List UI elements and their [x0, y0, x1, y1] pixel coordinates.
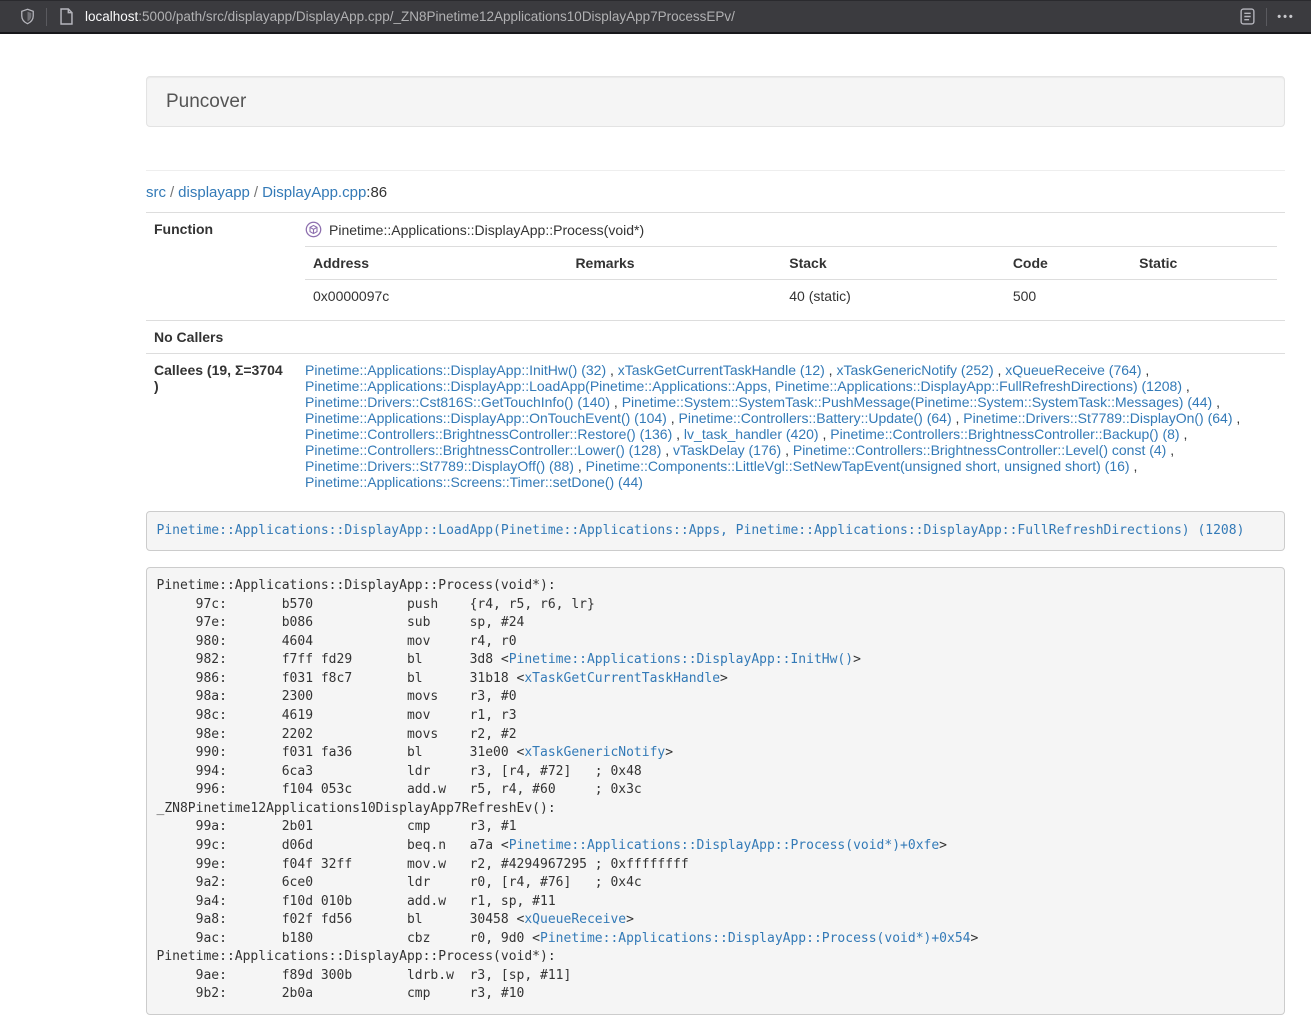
col-remarks: Remarks	[567, 247, 781, 280]
function-table: Function Pinetime::Applications::Display…	[146, 212, 1285, 498]
disassembly-symbol-link[interactable]: xQueueReceive	[524, 912, 626, 927]
callee-link[interactable]: lv_task_handler (420)	[684, 426, 819, 442]
function-symbol: Pinetime::Applications::DisplayApp::Proc…	[305, 221, 1277, 238]
callee-link[interactable]: Pinetime::Controllers::BrightnessControl…	[305, 442, 661, 458]
disassembly-block: Pinetime::Applications::DisplayApp::Proc…	[146, 567, 1285, 1015]
callee-link[interactable]: Pinetime::Components::LittleVgl::SetNewT…	[586, 458, 1130, 474]
col-static: Static	[1131, 247, 1277, 280]
disassembly-symbol-link[interactable]: Pinetime::Applications::DisplayApp::Proc…	[540, 931, 970, 946]
disassembly-symbol-link[interactable]: xTaskGenericNotify	[524, 745, 665, 760]
function-row: Function Pinetime::Applications::Display…	[146, 213, 1285, 321]
callee-link[interactable]: Pinetime::Controllers::Battery::Update()…	[679, 410, 952, 426]
breadcrumb-link-displayapp[interactable]: displayapp	[178, 184, 250, 201]
details-header-row: Address Remarks Stack Code Static	[305, 247, 1277, 280]
cell-address: 0x0000097c	[305, 280, 567, 313]
overflow-menu-icon[interactable]: •••	[1273, 4, 1299, 30]
callees-row: Callees (19, Σ=3704 ) Pinetime::Applicat…	[146, 354, 1285, 499]
callee-link[interactable]: Pinetime::Drivers::St7789::DisplayOff() …	[305, 458, 574, 474]
reader-mode-icon[interactable]	[1234, 4, 1260, 30]
function-label: Function	[146, 213, 297, 321]
breadcrumb: src/displayapp/DisplayApp.cpp:86	[146, 183, 1285, 203]
url-host: localhost	[85, 9, 138, 24]
callee-link[interactable]: Pinetime::Controllers::BrightnessControl…	[793, 442, 1166, 458]
highlighted-symbol-link[interactable]: Pinetime::Applications::DisplayApp::Load…	[157, 523, 1245, 538]
app-title: Puncover	[166, 91, 246, 112]
callees-label: Callees (19, Σ=3704 )	[146, 354, 297, 499]
no-callers-cell	[297, 321, 1285, 354]
cell-stack: 40 (static)	[781, 280, 1005, 313]
toolbar-separator	[46, 8, 47, 26]
callee-link[interactable]: Pinetime::System::SystemTask::PushMessag…	[622, 394, 1213, 410]
function-details-table: Address Remarks Stack Code Static 0x0000…	[305, 246, 1277, 312]
breadcrumb-separator: /	[166, 184, 178, 201]
callees-list: Pinetime::Applications::DisplayApp::Init…	[297, 354, 1285, 499]
callee-link[interactable]: Pinetime::Applications::DisplayApp::Init…	[305, 362, 606, 378]
callee-link[interactable]: vTaskDelay (176)	[673, 442, 781, 458]
breadcrumb-link-file[interactable]: DisplayApp.cpp	[262, 184, 366, 201]
no-callers-label: No Callers	[146, 321, 297, 354]
callee-link[interactable]: Pinetime::Drivers::St7789::DisplayOn() (…	[963, 410, 1232, 426]
callee-link[interactable]: Pinetime::Drivers::Cst816S::GetTouchInfo…	[305, 394, 610, 410]
callee-link[interactable]: Pinetime::Applications::DisplayApp::Load…	[305, 378, 1182, 394]
callee-link[interactable]: Pinetime::Controllers::BrightnessControl…	[305, 426, 672, 442]
cell-static	[1131, 280, 1277, 313]
shield-icon[interactable]	[14, 4, 40, 30]
disassembly-symbol-link[interactable]: Pinetime::Applications::DisplayApp::Proc…	[509, 838, 939, 853]
url-path: :5000/path/src/displayapp/DisplayApp.cpp…	[138, 9, 735, 24]
details-value-row: 0x0000097c 40 (static) 500	[305, 280, 1277, 313]
highlighted-symbol-block: Pinetime::Applications::DisplayApp::Load…	[146, 511, 1285, 551]
function-name: Pinetime::Applications::DisplayApp::Proc…	[329, 222, 644, 238]
cell-code: 500	[1005, 280, 1131, 313]
callee-link[interactable]: xTaskGenericNotify (252)	[836, 362, 993, 378]
callee-link[interactable]: xTaskGetCurrentTaskHandle (12)	[618, 362, 825, 378]
page-icon[interactable]	[53, 4, 79, 30]
package-icon	[305, 221, 322, 238]
callee-link[interactable]: xQueueReceive (764)	[1005, 362, 1141, 378]
breadcrumb-separator: /	[250, 184, 262, 201]
callee-link[interactable]: Pinetime::Controllers::BrightnessControl…	[830, 426, 1179, 442]
callee-link[interactable]: Pinetime::Applications::DisplayApp::OnTo…	[305, 410, 667, 426]
divider	[146, 170, 1285, 171]
page-content: Puncover src/displayapp/DisplayApp.cpp:8…	[0, 34, 1311, 1015]
browser-toolbar: localhost:5000/path/src/displayapp/Displ…	[0, 0, 1311, 34]
col-code: Code	[1005, 247, 1131, 280]
col-stack: Stack	[781, 247, 1005, 280]
breadcrumb-line-number: :86	[366, 184, 387, 201]
no-callers-row: No Callers	[146, 321, 1285, 354]
breadcrumb-link-src[interactable]: src	[146, 184, 166, 201]
col-address: Address	[305, 247, 567, 280]
disassembly-symbol-link[interactable]: xTaskGetCurrentTaskHandle	[524, 671, 720, 686]
callee-link[interactable]: Pinetime::Applications::Screens::Timer::…	[305, 474, 643, 490]
cell-remarks	[567, 280, 781, 313]
url-bar[interactable]: localhost:5000/path/src/displayapp/Displ…	[85, 9, 1234, 24]
disassembly-symbol-link[interactable]: Pinetime::Applications::DisplayApp::Init…	[509, 652, 853, 667]
app-title-panel: Puncover	[146, 76, 1285, 127]
toolbar-separator	[1266, 8, 1267, 26]
